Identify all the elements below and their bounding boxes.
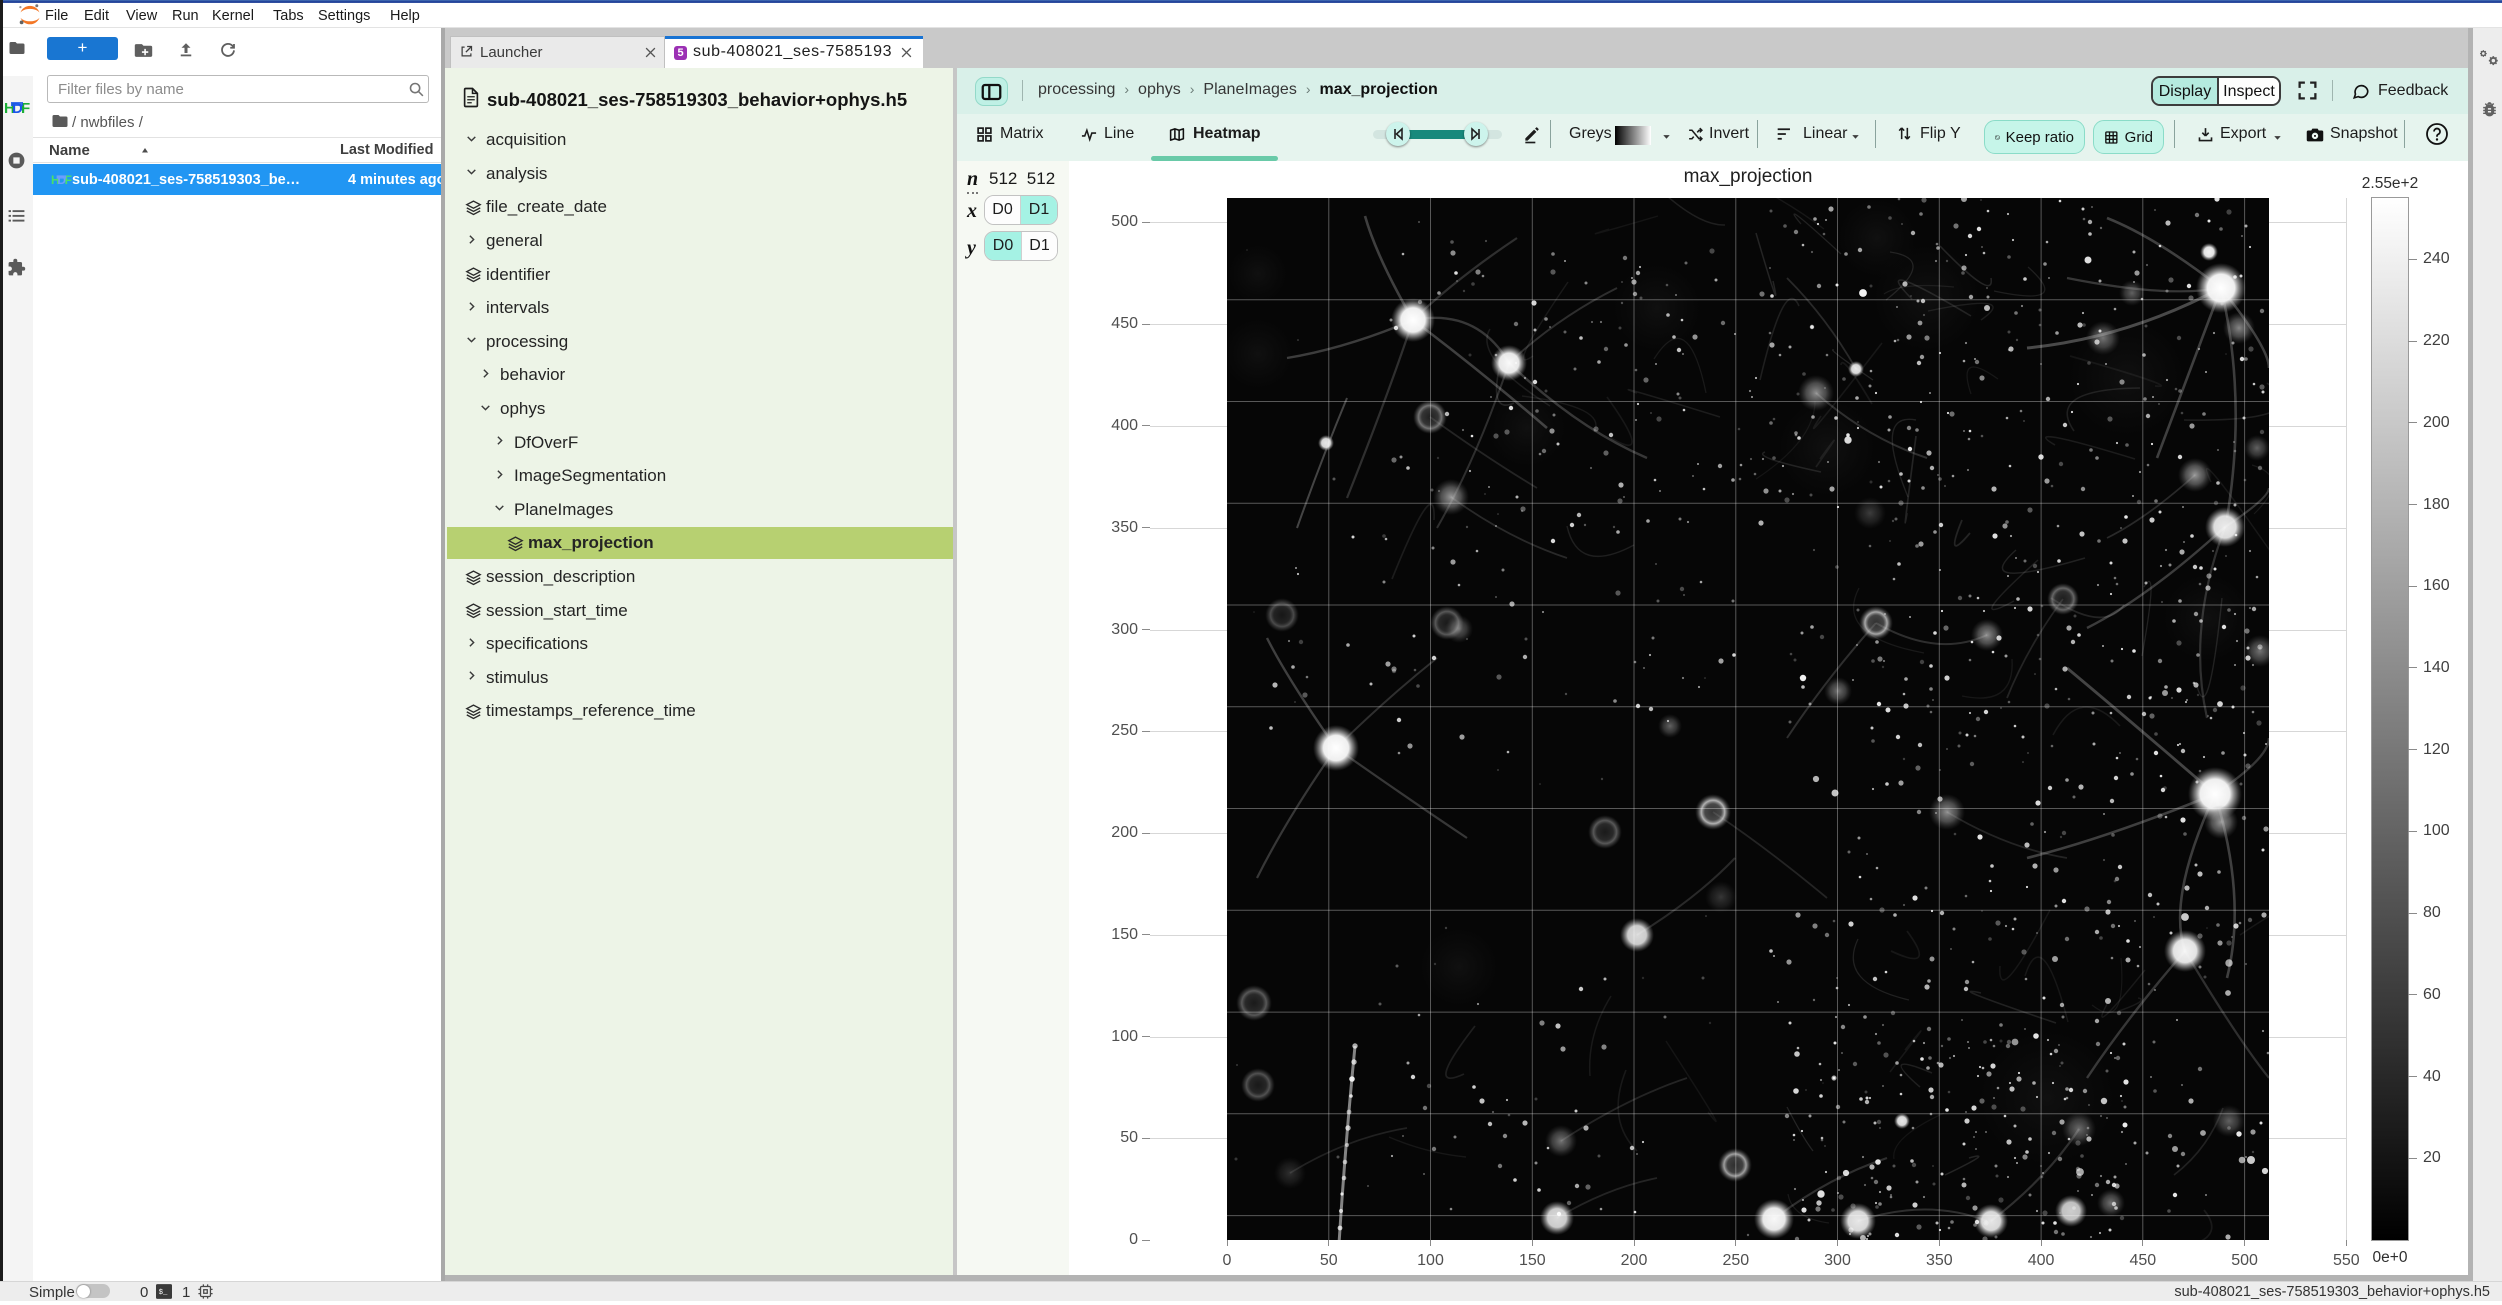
svg-text:$_: $_: [159, 1289, 168, 1297]
svg-text:F: F: [65, 173, 72, 187]
